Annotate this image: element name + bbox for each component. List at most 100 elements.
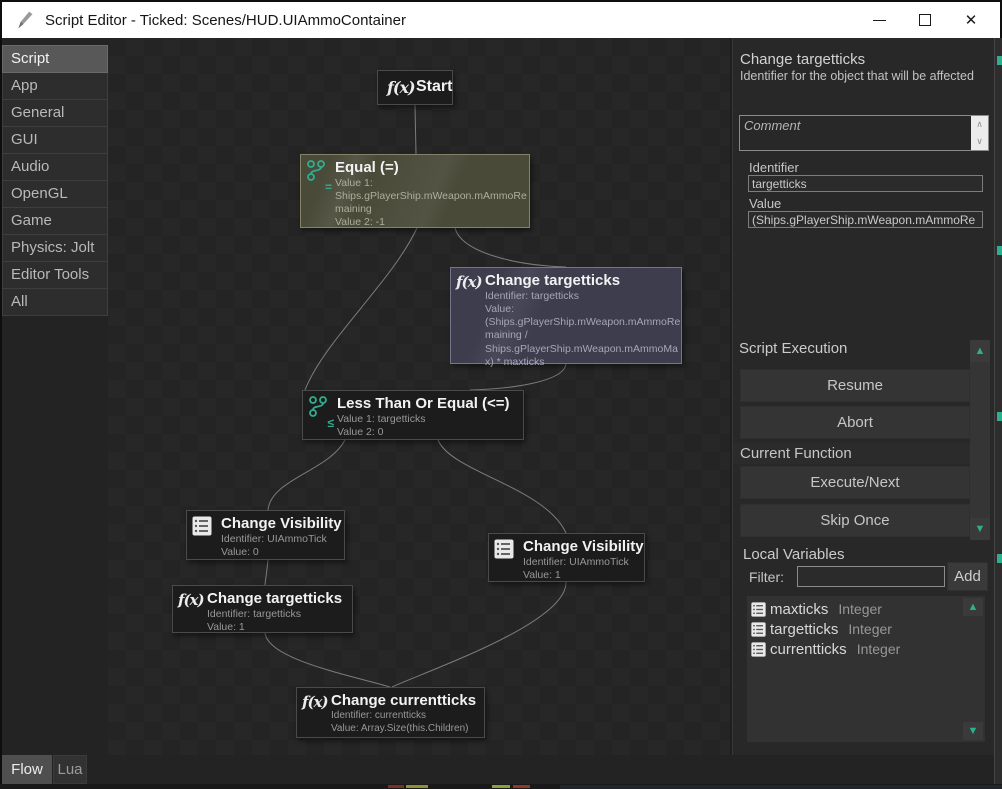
filter-label: Filter: [749, 569, 784, 585]
scroll-tick [997, 554, 1002, 563]
scroll-down-button[interactable]: ▼ [970, 518, 990, 540]
node-change-currentticks[interactable]: f(x) Change currentticks Identifier: cur… [296, 687, 485, 738]
fx-icon: f(x) [302, 693, 328, 711]
bottom-edge-artifact [513, 785, 530, 788]
variable-row-maxticks[interactable]: maxticks Integer [747, 599, 985, 619]
titlebar: Script Editor - Ticked: Scenes/HUD.UIAmm… [2, 2, 1000, 38]
sidebar-item-audio[interactable]: Audio [2, 153, 108, 181]
sidebar-item-app[interactable]: App [2, 72, 108, 100]
scroll-tick [997, 412, 1002, 421]
scroll-up-icon: ▲ [968, 602, 979, 613]
sidebar-item-script[interactable]: Script [2, 45, 108, 73]
node-title: Change Visibility [523, 538, 637, 555]
inspector-panel: Change targetticks Identifier for the ob… [732, 38, 994, 755]
node-start[interactable]: f(x) Start [377, 70, 453, 105]
variable-name: targetticks [770, 621, 838, 638]
maximize-icon [919, 14, 931, 26]
sidebar-item-all[interactable]: All [2, 288, 108, 316]
variable-row-currentticks[interactable]: currentticks Integer [747, 639, 985, 659]
node-category-sidebar: Script App General GUI Audio OpenGL Game… [2, 46, 108, 316]
scroll-tick [997, 246, 1002, 255]
tab-flow[interactable]: Flow [2, 755, 52, 784]
list-icon [192, 516, 212, 541]
node-title: Change Visibility [221, 515, 337, 532]
tab-lua[interactable]: Lua [53, 755, 87, 784]
window-controls: ✕ [856, 2, 1000, 38]
window-title: Script Editor - Ticked: Scenes/HUD.UIAmm… [45, 12, 406, 29]
value-input[interactable] [748, 211, 983, 228]
scroll-up-button[interactable]: ▲ [970, 340, 990, 362]
skip-once-button[interactable]: Skip Once [740, 504, 970, 537]
node-title: Less Than Or Equal (<=) [337, 395, 516, 412]
fx-icon: f(x) [456, 273, 482, 291]
node-change-targetticks-main[interactable]: f(x) Change targetticks Identifier: targ… [450, 267, 682, 364]
value-label: Value [749, 196, 781, 211]
node-title: Change targetticks [207, 590, 345, 607]
scroll-down-icon: ▼ [968, 726, 979, 737]
node-change-visibility-show[interactable]: Change Visibility Identifier: UIAmmoTick… [488, 533, 645, 582]
variable-type: Integer [848, 621, 892, 637]
inspector-subtitle: Identifier for the object that will be a… [740, 69, 986, 83]
bottom-edge-artifact [560, 785, 1002, 789]
node-title: Change targetticks [485, 272, 674, 289]
node-equal[interactable]: = Equal (=) Value 1: Ships.gPlayerShip.m… [300, 154, 530, 228]
current-function-label: Current Function [733, 443, 970, 464]
sidebar-item-gui[interactable]: GUI [2, 126, 108, 154]
node-less-than-or-equal[interactable]: ≤ Less Than Or Equal (<=) Value 1: targe… [302, 390, 524, 440]
abort-button[interactable]: Abort [740, 406, 970, 439]
variable-list: maxticks Integer targetticks Integer c [747, 596, 985, 742]
list-icon [751, 622, 766, 637]
sidebar-item-opengl[interactable]: OpenGL [2, 180, 108, 208]
minimize-button[interactable] [856, 2, 902, 38]
bottom-edge-artifact [388, 785, 404, 788]
maximize-button[interactable] [902, 2, 948, 38]
close-icon: ✕ [965, 13, 978, 28]
node-change-visibility-hide[interactable]: Change Visibility Identifier: UIAmmoTick… [186, 510, 345, 560]
right-edge-scrollbar[interactable] [994, 38, 1002, 789]
variable-type: Integer [838, 601, 882, 617]
bottom-edge-strip [0, 784, 1002, 789]
comment-box: ∧ ∨ [739, 115, 989, 151]
sidebar-item-physics-jolt[interactable]: Physics: Jolt [2, 234, 108, 262]
sidebar-item-game[interactable]: Game [2, 207, 108, 235]
comment-scrollbar[interactable]: ∧ ∨ [971, 116, 988, 150]
node-title: Equal (=) [335, 159, 522, 176]
execute-next-button[interactable]: Execute/Next [740, 466, 970, 499]
variables-scroll-up-button[interactable]: ▲ [963, 598, 983, 616]
node-title: Start [416, 78, 445, 96]
identifier-input[interactable] [748, 175, 983, 192]
scroll-down-icon: ▼ [975, 524, 986, 535]
node-change-targetticks-reset[interactable]: f(x) Change targetticks Identifier: targ… [172, 585, 353, 633]
variable-name: maxticks [770, 601, 828, 618]
local-variables-title: Local Variables [743, 546, 844, 563]
chevron-down-icon: ∨ [976, 137, 983, 146]
node-graph-canvas[interactable]: f(x) Start = Equal (=) Value 1: Ships.gP… [108, 38, 730, 755]
sidebar-item-editor-tools[interactable]: Editor Tools [2, 261, 108, 289]
variable-row-targetticks[interactable]: targetticks Integer [747, 619, 985, 639]
fx-icon: f(x) [387, 78, 415, 97]
comment-input[interactable] [740, 116, 971, 150]
scroll-tick [997, 56, 1002, 65]
minimize-icon [873, 20, 886, 21]
execution-scrollbar[interactable] [970, 340, 990, 540]
identifier-label: Identifier [749, 160, 799, 175]
resume-button[interactable]: Resume [740, 369, 970, 402]
add-variable-button[interactable]: Add [947, 562, 988, 591]
bottom-edge-artifact [406, 785, 428, 788]
sidebar-item-general[interactable]: General [2, 99, 108, 127]
variables-scroll-down-button[interactable]: ▼ [963, 722, 983, 740]
lte-glyph: ≤ [327, 417, 334, 429]
filter-input[interactable] [797, 566, 945, 587]
variable-type: Integer [857, 641, 901, 657]
chevron-up-icon: ∧ [976, 120, 983, 129]
close-button[interactable]: ✕ [948, 2, 994, 38]
script-editor-window: Script Editor - Ticked: Scenes/HUD.UIAmm… [0, 0, 1002, 789]
variable-name: currentticks [770, 641, 847, 658]
node-title: Change currentticks [331, 692, 477, 709]
branch-equal-icon: = [306, 160, 332, 192]
inspector-title: Change targetticks [740, 51, 865, 68]
bottom-edge-artifact [492, 785, 510, 788]
branch-lte-icon: ≤ [308, 396, 334, 428]
list-icon [494, 539, 514, 564]
list-icon [751, 602, 766, 617]
